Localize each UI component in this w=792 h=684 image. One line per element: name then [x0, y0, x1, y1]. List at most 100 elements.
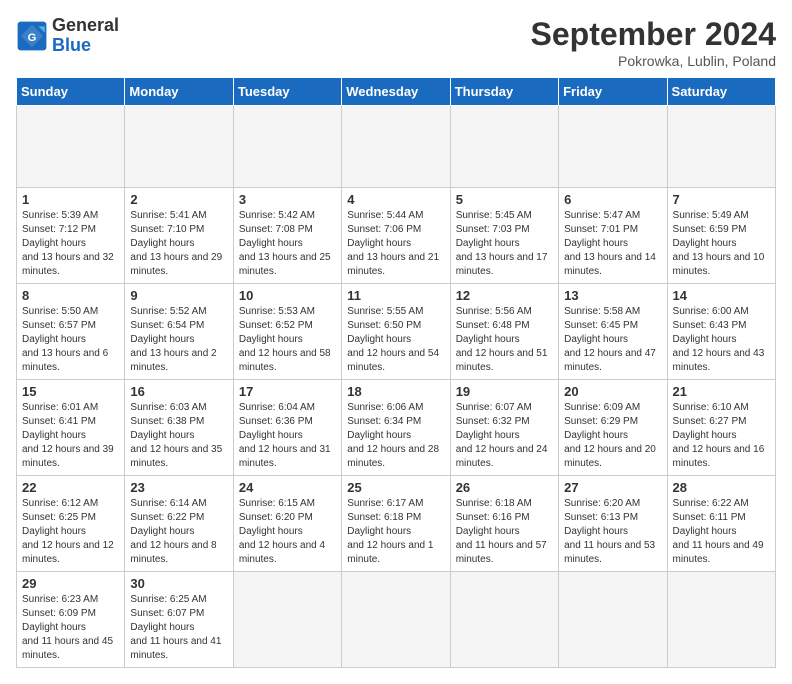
calendar-cell: 26 Sunrise: 6:18 AMSunset: 6:16 PMDayligh…	[450, 476, 558, 572]
calendar-cell	[450, 572, 558, 668]
calendar-cell	[125, 106, 233, 188]
calendar-cell: 24Sunrise: 6:15 AMSunset: 6:20 PMDayligh…	[233, 476, 341, 572]
calendar-cell: 12Sunrise: 5:56 AMSunset: 6:48 PMDayligh…	[450, 284, 558, 380]
day-number: 10	[239, 288, 336, 303]
day-number: 23	[130, 480, 227, 495]
day-info: Sunrise: 6:01 AMSunset: 6:41 PMDaylight …	[22, 401, 119, 471]
calendar-cell: 9Sunrise: 5:52 AMSunset: 6:54 PMDaylight…	[125, 284, 233, 380]
calendar-cell: 14 Sunrise: 6:00 AMSunset: 6:43 PMDayligh…	[667, 284, 775, 380]
day-number: 8	[22, 288, 119, 303]
day-info: Sunrise: 6:12 AMSunset: 6:25 PMDaylight …	[22, 497, 119, 567]
day-info: Sunrise: 6:09 AMSunset: 6:29 PMDaylight …	[564, 401, 661, 471]
day-number: 25	[347, 480, 444, 495]
calendar-cell	[233, 106, 341, 188]
day-info: Sunrise: 5:50 AMSunset: 6:57 PMDaylight …	[22, 305, 119, 375]
calendar-cell: 10 Sunrise: 5:53 AMSunset: 6:52 PMDayligh…	[233, 284, 341, 380]
calendar-cell: 19 Sunrise: 6:07 AMSunset: 6:32 PMDayligh…	[450, 380, 558, 476]
calendar-cell: 7Sunrise: 5:49 AMSunset: 6:59 PMDaylight…	[667, 188, 775, 284]
calendar-cell: 16 Sunrise: 6:03 AMSunset: 6:38 PMDayligh…	[125, 380, 233, 476]
day-info: Sunrise: 5:42 AMSunset: 7:08 PMDaylight …	[239, 209, 336, 279]
day-info: Sunrise: 6:14 AMSunset: 6:22 PMDaylight …	[130, 497, 227, 567]
day-info: Sunrise: 5:52 AMSunset: 6:54 PMDaylight …	[130, 305, 227, 375]
header-monday: Monday	[125, 78, 233, 106]
day-info: Sunrise: 5:53 AMSunset: 6:52 PMDaylight …	[239, 305, 336, 375]
day-number: 27	[564, 480, 661, 495]
calendar-cell	[559, 572, 667, 668]
day-info: Sunrise: 5:41 AMSunset: 7:10 PMDaylight …	[130, 209, 227, 279]
day-number: 4	[347, 192, 444, 207]
header-saturday: Saturday	[667, 78, 775, 106]
calendar-cell	[667, 106, 775, 188]
page-header: G General Blue September 2024 Pokrowka, …	[16, 16, 776, 69]
calendar-cell: 27 Sunrise: 6:20 AMSunset: 6:13 PMDayligh…	[559, 476, 667, 572]
calendar-cell	[342, 572, 450, 668]
day-number: 13	[564, 288, 661, 303]
day-number: 7	[673, 192, 770, 207]
calendar-cell	[233, 572, 341, 668]
calendar-week-5: 29 Sunrise: 6:23 AMSunset: 6:09 PMDayligh…	[17, 572, 776, 668]
day-info: Sunrise: 6:04 AMSunset: 6:36 PMDaylight …	[239, 401, 336, 471]
calendar-cell: 6Sunrise: 5:47 AMSunset: 7:01 PMDaylight…	[559, 188, 667, 284]
day-info: Sunrise: 6:03 AMSunset: 6:38 PMDaylight …	[130, 401, 227, 471]
day-info: Sunrise: 6:07 AMSunset: 6:32 PMDaylight …	[456, 401, 553, 471]
day-info: Sunrise: 6:15 AMSunset: 6:20 PMDaylight …	[239, 497, 336, 567]
header-sunday: Sunday	[17, 78, 125, 106]
day-number: 19	[456, 384, 553, 399]
logo-general-text: General	[52, 15, 119, 35]
calendar-cell: 28Sunrise: 6:22 AMSunset: 6:11 PMDayligh…	[667, 476, 775, 572]
day-number: 14	[673, 288, 770, 303]
day-number: 5	[456, 192, 553, 207]
day-number: 26	[456, 480, 553, 495]
calendar-cell: 11Sunrise: 5:55 AMSunset: 6:50 PMDayligh…	[342, 284, 450, 380]
header-thursday: Thursday	[450, 78, 558, 106]
day-number: 6	[564, 192, 661, 207]
day-number: 1	[22, 192, 119, 207]
day-number: 29	[22, 576, 119, 591]
calendar-cell: 22 Sunrise: 6:12 AMSunset: 6:25 PMDayligh…	[17, 476, 125, 572]
day-info: Sunrise: 6:18 AMSunset: 6:16 PMDaylight …	[456, 497, 553, 567]
calendar-cell: 2Sunrise: 5:41 AMSunset: 7:10 PMDaylight…	[125, 188, 233, 284]
calendar-cell: 4Sunrise: 5:44 AMSunset: 7:06 PMDaylight…	[342, 188, 450, 284]
calendar-week-2: 8 Sunrise: 5:50 AMSunset: 6:57 PMDaylight…	[17, 284, 776, 380]
day-info: Sunrise: 6:20 AMSunset: 6:13 PMDaylight …	[564, 497, 661, 567]
calendar-week-4: 22 Sunrise: 6:12 AMSunset: 6:25 PMDayligh…	[17, 476, 776, 572]
day-info: Sunrise: 6:00 AMSunset: 6:43 PMDaylight …	[673, 305, 770, 375]
day-number: 12	[456, 288, 553, 303]
day-info: Sunrise: 6:10 AMSunset: 6:27 PMDaylight …	[673, 401, 770, 471]
day-number: 3	[239, 192, 336, 207]
svg-text:G: G	[28, 32, 37, 44]
month-title: September 2024	[531, 16, 776, 53]
calendar-cell	[667, 572, 775, 668]
calendar-cell: 13 Sunrise: 5:58 AMSunset: 6:45 PMDayligh…	[559, 284, 667, 380]
logo-icon: G	[16, 20, 48, 52]
logo: G General Blue	[16, 16, 119, 56]
day-info: Sunrise: 6:22 AMSunset: 6:11 PMDaylight …	[673, 497, 770, 567]
day-number: 22	[22, 480, 119, 495]
calendar-cell	[559, 106, 667, 188]
calendar-cell: 8 Sunrise: 5:50 AMSunset: 6:57 PMDaylight…	[17, 284, 125, 380]
day-number: 18	[347, 384, 444, 399]
day-info: Sunrise: 6:25 AMSunset: 6:07 PMDaylight …	[130, 593, 227, 663]
header-friday: Friday	[559, 78, 667, 106]
day-info: Sunrise: 6:06 AMSunset: 6:34 PMDaylight …	[347, 401, 444, 471]
day-info: Sunrise: 5:58 AMSunset: 6:45 PMDaylight …	[564, 305, 661, 375]
day-info: Sunrise: 5:45 AMSunset: 7:03 PMDaylight …	[456, 209, 553, 279]
calendar-cell	[450, 106, 558, 188]
day-number: 15	[22, 384, 119, 399]
header-wednesday: Wednesday	[342, 78, 450, 106]
calendar-week-0	[17, 106, 776, 188]
calendar-table: SundayMondayTuesdayWednesdayThursdayFrid…	[16, 77, 776, 668]
day-info: Sunrise: 6:23 AMSunset: 6:09 PMDaylight …	[22, 593, 119, 663]
calendar-header-row: SundayMondayTuesdayWednesdayThursdayFrid…	[17, 78, 776, 106]
calendar-cell: 3 Sunrise: 5:42 AMSunset: 7:08 PMDaylight…	[233, 188, 341, 284]
calendar-cell: 29 Sunrise: 6:23 AMSunset: 6:09 PMDayligh…	[17, 572, 125, 668]
day-number: 21	[673, 384, 770, 399]
calendar-cell	[342, 106, 450, 188]
calendar-week-1: 1Sunrise: 5:39 AMSunset: 7:12 PMDaylight…	[17, 188, 776, 284]
calendar-cell: 21 Sunrise: 6:10 AMSunset: 6:27 PMDayligh…	[667, 380, 775, 476]
calendar-cell: 23 Sunrise: 6:14 AMSunset: 6:22 PMDayligh…	[125, 476, 233, 572]
calendar-cell: 18 Sunrise: 6:06 AMSunset: 6:34 PMDayligh…	[342, 380, 450, 476]
day-number: 16	[130, 384, 227, 399]
calendar-week-3: 15 Sunrise: 6:01 AMSunset: 6:41 PMDayligh…	[17, 380, 776, 476]
calendar-cell: 1Sunrise: 5:39 AMSunset: 7:12 PMDaylight…	[17, 188, 125, 284]
